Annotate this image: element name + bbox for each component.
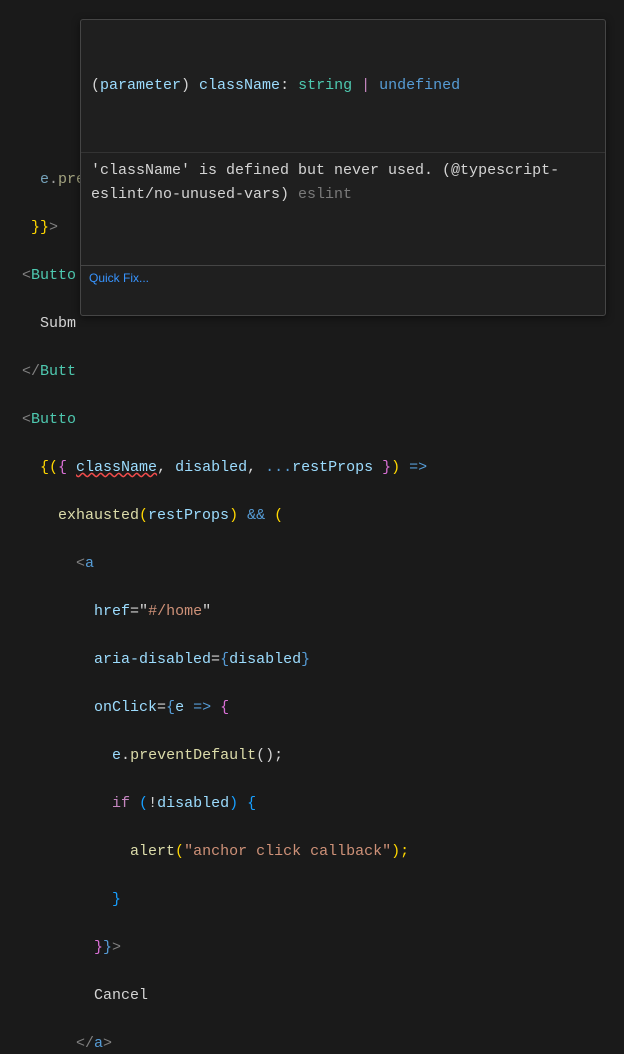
code-line: {({ className, disabled, ...restProps })… — [4, 456, 620, 480]
hover-tooltip: (parameter) className: string | undefine… — [80, 19, 606, 316]
code-line: href="#/home" — [4, 600, 620, 624]
code-line: <Butto — [4, 408, 620, 432]
code-line: e.preventDefault(); — [4, 744, 620, 768]
code-line: Cancel — [4, 984, 620, 1008]
code-line: onClick={e => { — [4, 696, 620, 720]
tooltip-signature: (parameter) className: string | undefine… — [81, 68, 605, 104]
tooltip-quickfix-row: Quick Fix... — [81, 265, 605, 291]
code-line: <a — [4, 552, 620, 576]
error-token-classname: className — [76, 459, 157, 476]
code-line: }}> — [4, 936, 620, 960]
code-line: exhausted(restProps) && ( — [4, 504, 620, 528]
code-line: if (!disabled) { — [4, 792, 620, 816]
code-line: aria-disabled={disabled} — [4, 648, 620, 672]
code-line: </a> — [4, 1032, 620, 1054]
code-line: </Butt — [4, 360, 620, 384]
tooltip-message: 'className' is defined but never used. (… — [81, 152, 605, 217]
quick-fix-link[interactable]: Quick Fix... — [89, 271, 149, 285]
code-line: alert("anchor click callback"); — [4, 840, 620, 864]
code-line: } — [4, 888, 620, 912]
